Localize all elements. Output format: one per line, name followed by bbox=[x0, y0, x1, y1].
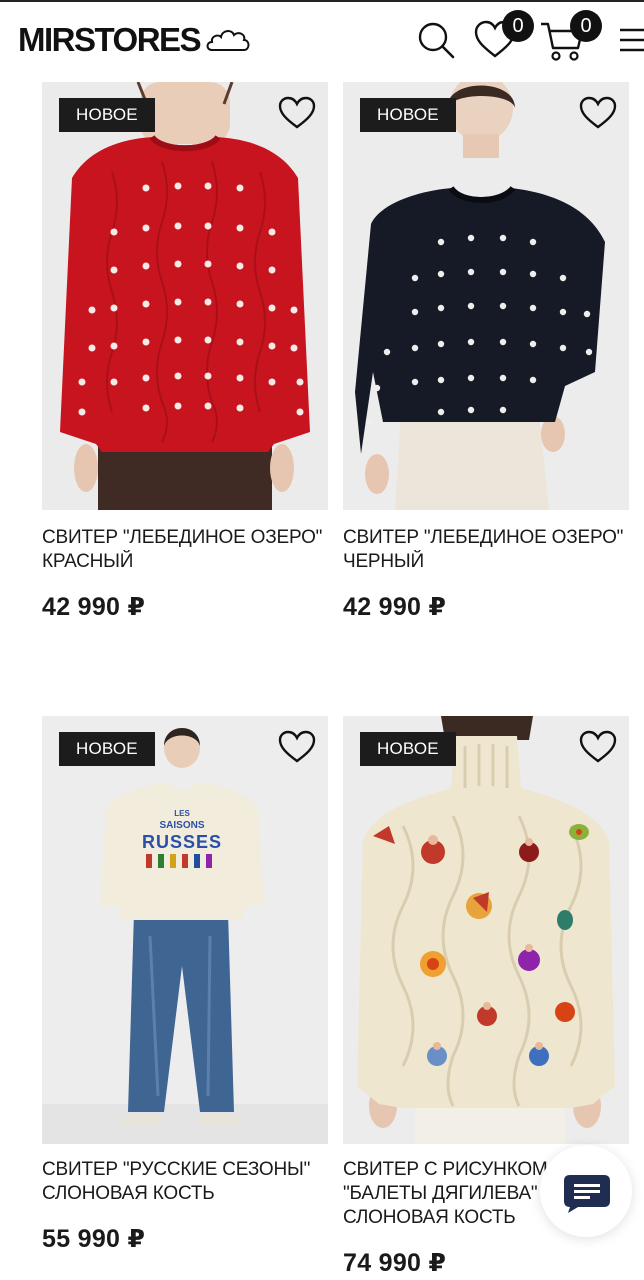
cloud-icon bbox=[206, 30, 250, 51]
product-price: 42 990 ₽ bbox=[42, 593, 146, 621]
product-title-line[interactable]: СЛОНОВАЯ КОСТЬ bbox=[42, 1182, 342, 1206]
new-badge: НОВОЕ bbox=[59, 98, 155, 132]
chat-icon bbox=[564, 1175, 610, 1213]
new-badge: НОВОЕ bbox=[360, 732, 456, 766]
product-title-line[interactable]: СВИТЕР "ЛЕБЕДИНОЕ ОЗЕРО" bbox=[343, 526, 643, 550]
new-badge: НОВОЕ bbox=[360, 98, 456, 132]
product-title-line[interactable]: СВИТЕР "РУССКИЕ СЕЗОНЫ" bbox=[42, 1158, 342, 1182]
product-card[interactable]: НОВОЕ СВИТЕР "ЛЕБЕДИНОЕ ОЗЕРО" ЧЕРНЫЙ 42… bbox=[343, 82, 629, 642]
product-title-line[interactable]: ЧЕРНЫЙ bbox=[343, 550, 643, 574]
product-price: 42 990 ₽ bbox=[343, 593, 447, 621]
product-title-line[interactable]: СВИТЕР "ЛЕБЕДИНОЕ ОЗЕРО" bbox=[42, 526, 342, 550]
product-price: 55 990 ₽ bbox=[42, 1225, 146, 1253]
menu-icon[interactable] bbox=[616, 20, 644, 60]
product-image[interactable]: НОВОЕ bbox=[343, 82, 629, 510]
new-badge: НОВОЕ bbox=[59, 732, 155, 766]
product-card[interactable]: НОВОЕ СВИТЕР "ЛЕБЕДИНОЕ ОЗЕРО" КРАСНЫЙ 4… bbox=[42, 82, 328, 642]
favorites-count-badge: 0 bbox=[502, 10, 534, 42]
sweater-print-text: SAISONS bbox=[159, 820, 204, 831]
site-header: MIRSTORES 0 0 bbox=[0, 0, 644, 78]
heart-icon[interactable] bbox=[278, 730, 316, 764]
search-icon[interactable] bbox=[416, 20, 456, 60]
sweater-print-text: LES bbox=[174, 809, 190, 818]
product-title-line[interactable]: КРАСНЫЙ bbox=[42, 550, 342, 574]
chat-button[interactable] bbox=[540, 1145, 632, 1237]
product-image[interactable]: LES SAISONS RUSSES НОВОЕ bbox=[42, 716, 328, 1144]
product-image[interactable]: НОВОЕ bbox=[42, 82, 328, 510]
cart-count-badge: 0 bbox=[570, 10, 602, 42]
logo[interactable]: MIRSTORES bbox=[18, 20, 252, 60]
heart-icon[interactable] bbox=[579, 96, 617, 130]
product-price: 74 990 ₽ bbox=[343, 1249, 447, 1277]
heart-icon[interactable] bbox=[579, 730, 617, 764]
sweater-print-text: RUSSES bbox=[142, 832, 222, 852]
product-image[interactable]: НОВОЕ bbox=[343, 716, 629, 1144]
sweater-red bbox=[60, 137, 310, 452]
heart-icon[interactable] bbox=[278, 96, 316, 130]
logo-text: MIRSTORES bbox=[18, 21, 202, 58]
product-card[interactable]: LES SAISONS RUSSES НОВОЕ СВИТЕР "РУССКИЕ… bbox=[42, 716, 328, 1276]
